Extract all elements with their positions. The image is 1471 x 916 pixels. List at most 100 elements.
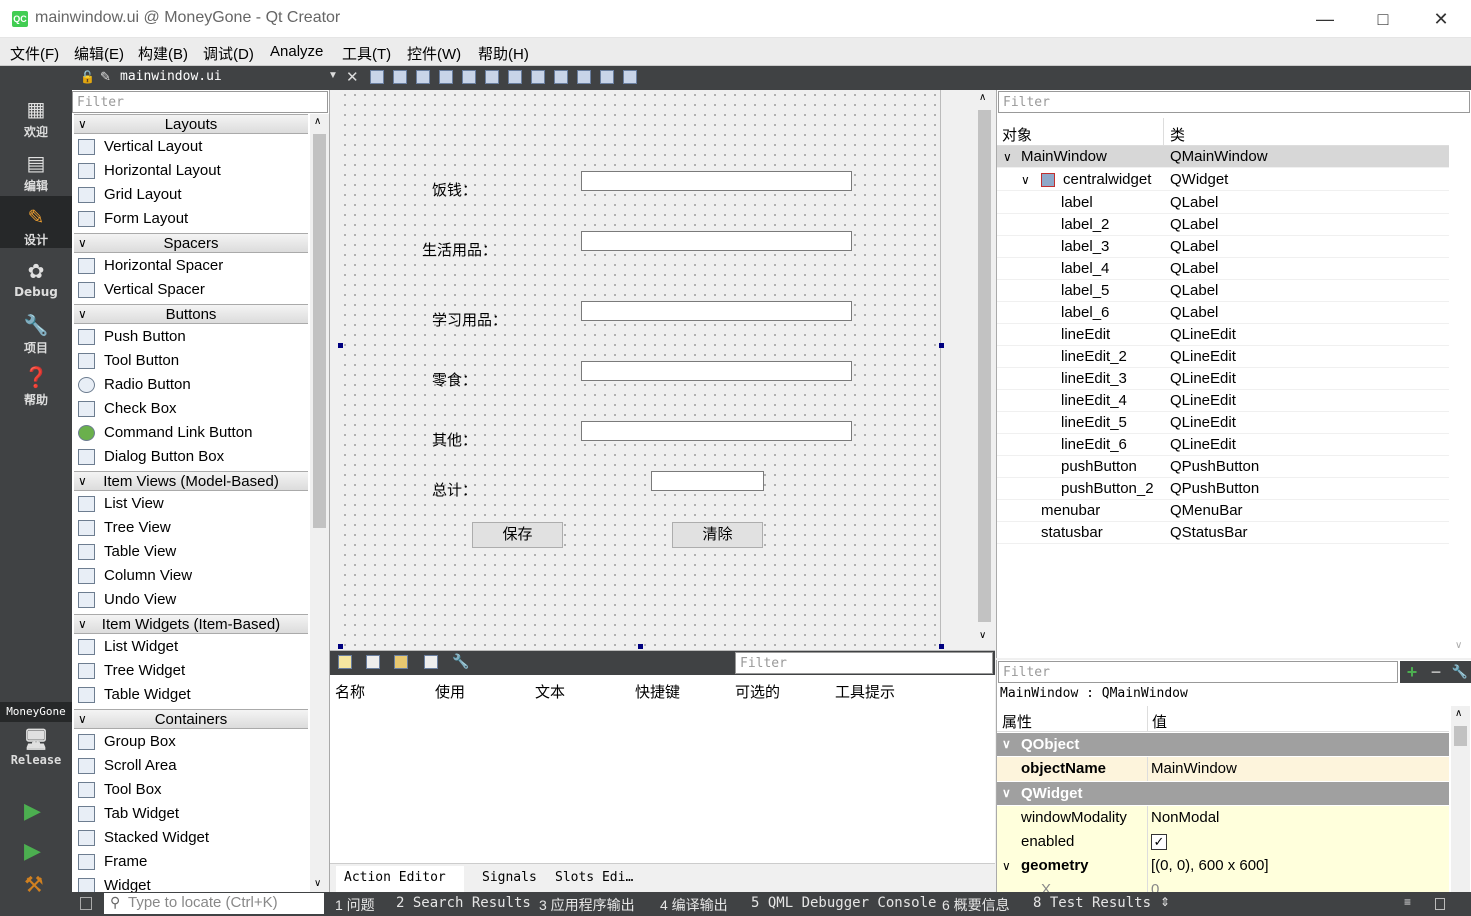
mode-help[interactable]: ❓ 帮助 [0, 364, 72, 416]
mode-edit[interactable]: ▤ 编辑 [0, 150, 72, 202]
canvas-scrollbar[interactable]: ∧ ∨ [975, 90, 994, 648]
tree-row-centralwidget[interactable]: ∨ centralwidget QWidget [997, 169, 1449, 191]
label-total[interactable]: 总计： [432, 479, 477, 500]
widget-group-box[interactable]: Group Box [74, 730, 308, 754]
locator-input[interactable]: Type to locate (Ctrl+K) [104, 893, 324, 914]
clear-button[interactable]: 清除 [672, 522, 763, 548]
tree-row-lineedit-3[interactable]: lineEdit_3 QLineEdit [997, 368, 1449, 390]
label-snacks[interactable]: 零食： [432, 369, 477, 390]
tab-signals-slots[interactable]: Signals [482, 870, 537, 885]
group-qobject[interactable]: ∨ QObject [997, 733, 1449, 756]
pane-general-messages[interactable]: 6 概要信息 [942, 895, 1010, 915]
resize-handle-bottom[interactable] [638, 644, 643, 649]
resize-handle-bottom-left[interactable] [338, 644, 343, 649]
prop-value[interactable]: [(0, 0), 600 x 600] [1151, 854, 1269, 878]
configure-icon[interactable]: 🔧 [1448, 661, 1471, 683]
prop-windowmodality[interactable]: windowModality NonModal [997, 806, 1449, 830]
col-text[interactable]: 文本 [535, 681, 565, 702]
paste-action-icon[interactable] [394, 655, 408, 669]
edit-buddies-icon[interactable] [416, 70, 430, 84]
break-layout-icon[interactable] [600, 70, 614, 84]
widget-horizontal-layout[interactable]: Horizontal Layout [74, 159, 308, 183]
mode-projects[interactable]: 🔧 项目 [0, 312, 72, 364]
widget-undo-view[interactable]: Undo View [74, 588, 308, 612]
widget-stacked-widget[interactable]: Stacked Widget [74, 826, 308, 850]
adjust-size-icon[interactable] [623, 70, 637, 84]
tree-row-lineedit[interactable]: lineEdit QLineEdit [997, 324, 1449, 346]
delete-action-icon[interactable] [424, 655, 438, 669]
widget-tool-box[interactable]: Tool Box [74, 778, 308, 802]
tree-row-lineedit-6[interactable]: lineEdit_6 QLineEdit [997, 434, 1449, 456]
widget-vertical-layout[interactable]: Vertical Layout [74, 135, 308, 159]
layout-h-splitter-icon[interactable] [508, 70, 522, 84]
new-action-icon[interactable] [338, 655, 352, 669]
widget-frame[interactable]: Frame [74, 850, 308, 874]
scroll-down-icon[interactable]: ∨ [979, 630, 986, 641]
run-icon[interactable]: ▶ [24, 798, 41, 824]
toggle-right-sidebar-icon[interactable] [1435, 898, 1445, 910]
line-edit-daily[interactable] [581, 231, 852, 251]
widget-list-view[interactable]: List View [74, 492, 308, 516]
header-property[interactable]: 属性 [1002, 711, 1032, 732]
toggle-sidebar-icon[interactable] [80, 897, 92, 910]
close-icon[interactable]: ✕ [1412, 0, 1470, 38]
tab-action-editor[interactable]: Action Editor [336, 866, 464, 893]
menu-edit[interactable]: 编辑(E) [74, 43, 124, 64]
debug-run-icon[interactable]: ▶ [24, 838, 41, 864]
mode-debug[interactable]: ✿ Debug [0, 258, 72, 310]
group-qwidget[interactable]: ∨ QWidget [997, 782, 1449, 805]
line-edit-total[interactable] [651, 471, 764, 491]
mode-design[interactable]: ✎ 设计 [0, 196, 72, 248]
scroll-thumb[interactable] [313, 134, 326, 528]
action-filter-input[interactable]: Filter [735, 652, 993, 674]
save-button[interactable]: 保存 [472, 522, 563, 548]
edit-tab-order-icon[interactable] [439, 70, 453, 84]
tree-row-label-3[interactable]: label_3 QLabel [997, 236, 1449, 258]
widget-form-layout[interactable]: Form Layout [74, 207, 308, 231]
widget-tool-button[interactable]: Tool Button [74, 349, 308, 373]
widget-column-view[interactable]: Column View [74, 564, 308, 588]
tree-row-menubar[interactable]: menubar QMenuBar [997, 500, 1449, 522]
widget-tree-widget[interactable]: Tree Widget [74, 659, 308, 683]
menu-file[interactable]: 文件(F) [10, 43, 59, 64]
widget-horizontal-spacer[interactable]: Horizontal Spacer [74, 254, 308, 278]
widget-tree-view[interactable]: Tree View [74, 516, 308, 540]
configure-icon[interactable]: 🔧 [452, 653, 469, 670]
label-daily-goods[interactable]: 生活用品： [422, 239, 497, 260]
menu-build[interactable]: 构建(B) [138, 43, 188, 64]
menu-debug[interactable]: 调试(D) [203, 43, 254, 64]
header-class[interactable]: 类 [1170, 124, 1185, 145]
target-project[interactable]: MoneyGone [0, 702, 72, 722]
mode-welcome[interactable]: ▦ 欢迎 [0, 96, 72, 148]
form-canvas[interactable]: 饭钱： 生活用品： 学习用品： 零食： 其他： 总计： 保存 清除 [340, 90, 941, 646]
tree-row-label-6[interactable]: label_6 QLabel [997, 302, 1449, 324]
layout-vertical-icon[interactable] [485, 70, 499, 84]
line-edit-snacks[interactable] [581, 361, 852, 381]
widget-push-button[interactable]: Push Button [74, 325, 308, 349]
tree-row-lineedit-5[interactable]: lineEdit_5 QLineEdit [997, 412, 1449, 434]
widget-dialog-button-box[interactable]: Dialog Button Box [74, 445, 308, 469]
line-edit-study[interactable] [581, 301, 852, 321]
col-checkable[interactable]: 可选的 [735, 681, 780, 702]
menu-tools[interactable]: 工具(T) [342, 43, 391, 64]
layout-form-icon[interactable] [554, 70, 568, 84]
scroll-up-icon[interactable]: ∧ [979, 92, 986, 103]
copy-action-icon[interactable] [366, 655, 380, 669]
widget-vertical-spacer[interactable]: Vertical Spacer [74, 278, 308, 302]
target-selector[interactable]: 🖥 Release [0, 726, 72, 778]
col-tooltip[interactable]: 工具提示 [835, 681, 895, 702]
close-document-icon[interactable]: ✕ [346, 68, 359, 86]
edit-widgets-icon[interactable] [370, 70, 384, 84]
progress-details-icon[interactable]: ≡ [1404, 895, 1411, 909]
menu-analyze[interactable]: Analyze [270, 43, 323, 60]
label-study-supplies[interactable]: 学习用品： [432, 309, 507, 330]
tree-row-label[interactable]: label QLabel [997, 192, 1449, 214]
layout-v-splitter-icon[interactable] [531, 70, 545, 84]
prop-enabled[interactable]: enabled ✓ [997, 830, 1449, 854]
col-used[interactable]: 使用 [435, 681, 465, 702]
category-layouts[interactable]: ∨ Layouts [74, 114, 308, 134]
layout-horizontal-icon[interactable] [462, 70, 476, 84]
pane-search-results[interactable]: 2 Search Results [396, 895, 531, 911]
scroll-down-icon[interactable]: ∨ [1455, 640, 1462, 651]
maximize-icon[interactable]: □ [1354, 0, 1412, 38]
